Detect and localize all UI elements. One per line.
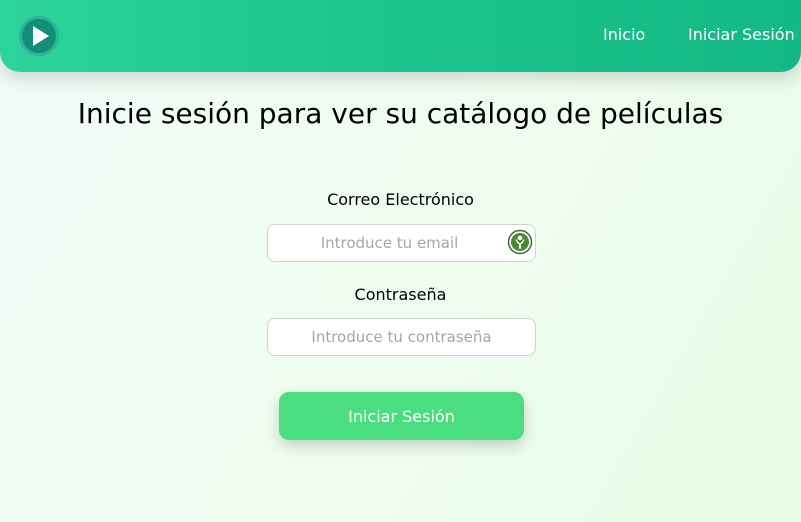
page-title: Inicie sesión para ver su catálogo de pe… [77,97,724,130]
logo[interactable] [19,16,59,56]
login-button[interactable]: Iniciar Sesión [279,392,524,440]
nav-link-login[interactable]: Iniciar Sesión [688,25,795,45]
password-input[interactable] [267,318,536,356]
email-label: Correo Electrónico [327,190,474,209]
email-input[interactable] [267,224,536,262]
password-label: Contraseña [354,285,447,304]
navbar: Inicio Iniciar Sesión [0,0,801,72]
play-icon [33,26,49,46]
nav-link-home[interactable]: Inicio [603,25,645,45]
password-manager-icon[interactable] [507,229,533,255]
